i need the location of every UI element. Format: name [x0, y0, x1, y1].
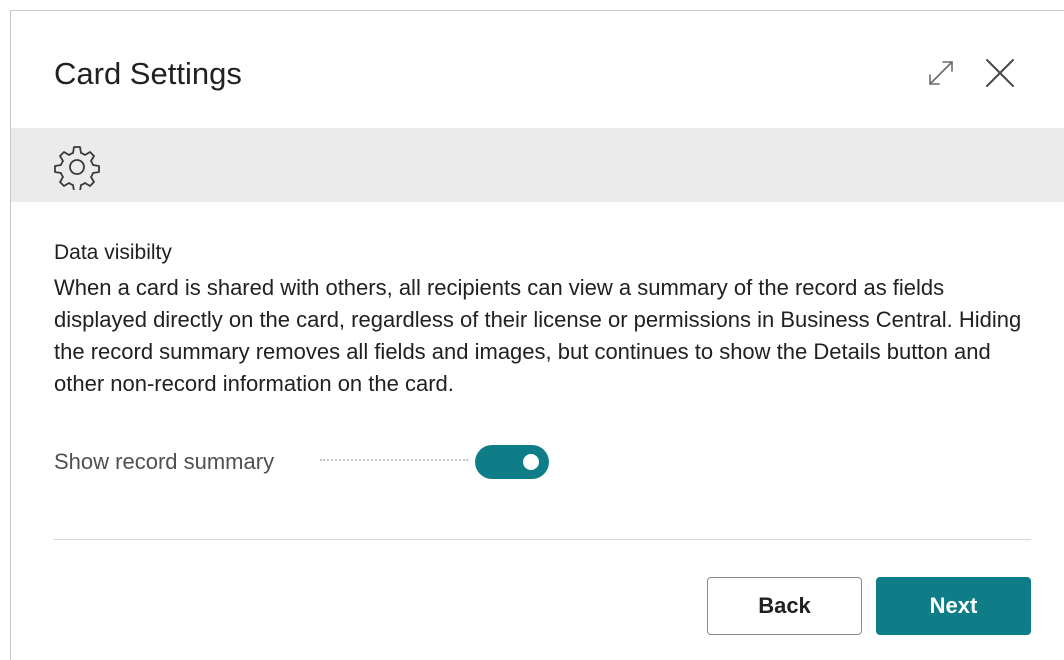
show-record-summary-row: Show record summary [54, 443, 554, 481]
dialog-header: Card Settings [11, 11, 1064, 128]
dotted-leader [320, 459, 468, 463]
section-description: When a card is shared with others, all r… [54, 275, 1022, 396]
settings-banner [11, 128, 1064, 202]
next-button[interactable]: Next [876, 577, 1031, 635]
back-button[interactable]: Back [707, 577, 862, 635]
toggle-knob [523, 454, 539, 470]
close-icon[interactable] [982, 55, 1018, 91]
expand-diagonal-icon[interactable] [923, 55, 959, 91]
show-record-summary-toggle[interactable] [475, 445, 549, 479]
toggle-label: Show record summary [54, 449, 275, 474]
gear-icon [54, 146, 100, 190]
footer-divider [54, 539, 1031, 540]
section-title: Data visibilty [54, 241, 172, 264]
dialog-title: Card Settings [54, 56, 242, 91]
data-visibility-section: Data visibilty When a card is shared wit… [54, 239, 1034, 400]
card-settings-dialog: Card Settings Data visibilty When a card [10, 10, 1064, 660]
